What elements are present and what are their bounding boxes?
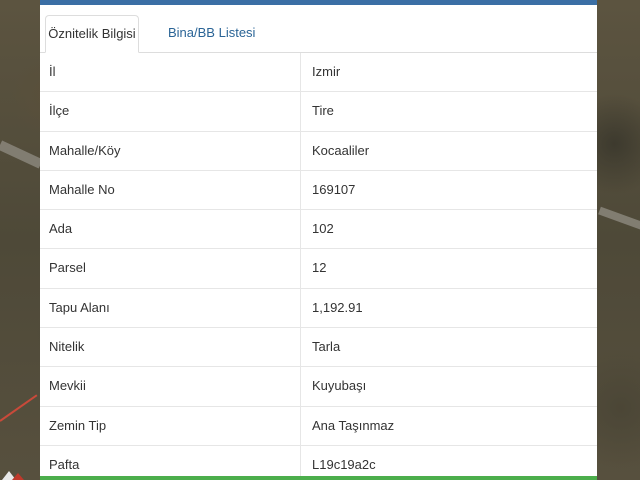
column-divider	[300, 131, 301, 170]
column-divider	[300, 445, 301, 480]
column-divider	[300, 406, 301, 445]
table-row-mevkii: Mevkii Kuyubaşı	[40, 367, 597, 407]
row-value: Ana Taşınmaz	[312, 417, 395, 433]
table-row-ilce: İlçe Tire	[40, 92, 597, 132]
column-divider	[300, 210, 301, 249]
table-row-il: İl Izmir	[40, 53, 597, 93]
row-value: Izmir	[312, 64, 341, 79]
table-row-ada: Ada 102	[40, 210, 597, 250]
attribute-table: İl Izmir İlçe Tire Mahalle/Köy Kocaalile…	[40, 53, 597, 480]
table-row-parsel: Parsel 12	[40, 249, 597, 289]
column-divider	[300, 249, 301, 288]
row-value: 1,192.91	[312, 299, 363, 315]
row-label: Ada	[49, 221, 73, 237]
table-row-nitelik: Nitelik Tarla	[40, 328, 597, 368]
row-value: Tire	[312, 103, 334, 119]
table-row-zemin-tip: Zemin Tip Ana Taşınmaz	[40, 406, 597, 446]
table-row-mahalle-koy: Mahalle/Köy Kocaaliler	[40, 131, 597, 171]
table-row-pafta: Pafta L19c19a2c	[40, 445, 597, 480]
row-label: İlçe	[49, 103, 70, 119]
row-label: Mahalle No	[49, 181, 115, 197]
logo-icon	[2, 471, 24, 480]
row-value: L19c19a2c	[312, 456, 376, 472]
table-row-tapu-alani: Tapu Alanı 1,192.91	[40, 288, 597, 329]
row-label: Nitelik	[49, 339, 85, 355]
row-value: 12	[312, 260, 327, 276]
row-value: 169107	[312, 181, 356, 197]
column-divider	[300, 328, 301, 367]
row-label: Pafta	[49, 456, 80, 472]
column-divider	[300, 288, 301, 328]
column-divider	[300, 53, 301, 92]
row-label: Tapu Alanı	[49, 299, 110, 315]
row-value: Kuyubaşı	[312, 378, 367, 394]
row-value: Kocaaliler	[312, 142, 370, 158]
row-label: İl	[49, 64, 56, 79]
column-divider	[300, 367, 301, 406]
panel-footer-strip	[40, 476, 597, 480]
row-label: Parsel	[49, 260, 86, 276]
tab-building-list[interactable]: Bina/BB Listesi	[158, 15, 265, 51]
table-row-mahalle-no: Mahalle No 169107	[40, 170, 597, 211]
row-label: Zemin Tip	[49, 417, 107, 433]
row-value: 102	[312, 221, 334, 237]
row-label: Mevkii	[49, 378, 86, 394]
row-label: Mahalle/Köy	[49, 142, 121, 158]
parcel-info-panel: Öznitelik Bilgisi Bina/BB Listesi İl Izm…	[40, 0, 597, 480]
column-divider	[300, 92, 301, 131]
tab-bar: Öznitelik Bilgisi Bina/BB Listesi	[40, 5, 597, 53]
row-value: Tarla	[312, 339, 341, 355]
column-divider	[300, 170, 301, 210]
tab-attribute-info[interactable]: Öznitelik Bilgisi	[45, 15, 139, 53]
